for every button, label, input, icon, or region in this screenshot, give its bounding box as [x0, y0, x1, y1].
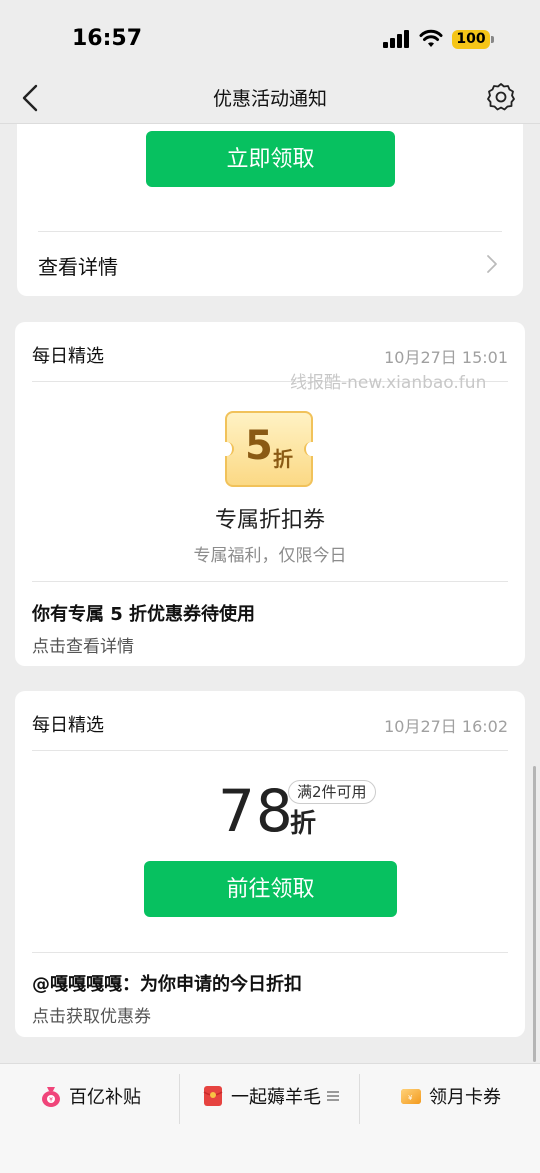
- watermark-text: 线报酷-new.xianbao.fun: [290, 373, 487, 393]
- battery-indicator: 100: [452, 30, 494, 49]
- menu-item-label: 领月卡券: [429, 1087, 501, 1108]
- coupon-value: 5: [245, 423, 273, 469]
- svg-text:¥: ¥: [408, 1094, 413, 1102]
- page-title: 优惠活动通知: [212, 88, 327, 110]
- status-bar: 16:57 100: [0, 0, 540, 78]
- divider: [32, 750, 508, 751]
- menu-item-label: 百亿补贴: [69, 1087, 141, 1108]
- card-timestamp: 10月27日 15:01: [384, 348, 508, 367]
- money-bag-icon: ¥: [42, 1087, 60, 1107]
- status-time: 16:57: [72, 26, 143, 51]
- discount-unit: 折: [290, 809, 317, 839]
- scrollbar[interactable]: [533, 766, 536, 1062]
- wifi-icon: [419, 29, 443, 47]
- message-card-discount-offer[interactable]: 每日精选 10月27日 16:02 78 折 满2件可用 前往领取 @嘎嘎嘎嘎：…: [15, 691, 525, 1037]
- card-header: 每日精选 10月27日 16:02: [32, 711, 508, 737]
- view-details-row[interactable]: 查看详情: [38, 241, 502, 287]
- message-subtitle: 点击查看详情: [32, 637, 134, 657]
- card-timestamp: 10月27日 16:02: [384, 717, 508, 736]
- bottom-menu: ¥ 百亿补贴 一起薅羊毛 ¥ 领月卡券: [0, 1063, 540, 1173]
- svg-text:¥: ¥: [49, 1097, 53, 1104]
- divider: [32, 581, 508, 582]
- divider: [32, 952, 508, 953]
- condition-badge: 满2件可用: [288, 780, 376, 804]
- menu-item-subsidy[interactable]: ¥ 百亿补贴: [0, 1064, 180, 1128]
- card-header: 每日精选 10月27日 15:01: [32, 342, 508, 368]
- view-details-label: 查看详情: [38, 255, 118, 279]
- coupon-title: 专属折扣券: [214, 508, 325, 533]
- go-claim-button[interactable]: 前往领取: [144, 861, 397, 917]
- card-tag: 每日精选: [32, 715, 104, 736]
- message-title: @嘎嘎嘎嘎：为你申请的今日折扣: [32, 974, 302, 995]
- menu-item-group-deals[interactable]: 一起薅羊毛: [180, 1064, 360, 1128]
- gear-icon[interactable]: [485, 81, 517, 113]
- divider: [38, 231, 502, 232]
- cellular-signal-icon: [383, 30, 411, 48]
- coupon-unit: 折: [273, 447, 293, 471]
- submenu-lines-icon: [327, 1090, 339, 1102]
- discount-value: 78: [218, 777, 294, 845]
- coupon-subtitle: 专属福利，仅限今日: [193, 546, 347, 566]
- card-tag: 每日精选: [32, 346, 104, 367]
- nav-bar: 优惠活动通知: [0, 78, 540, 124]
- claim-now-button[interactable]: 立即领取: [146, 131, 395, 187]
- coupon-ticket-icon: 5 折: [224, 411, 314, 487]
- menu-item-monthly-card[interactable]: ¥ 领月卡券: [360, 1064, 540, 1128]
- card-voucher-icon: ¥: [401, 1089, 421, 1104]
- message-subtitle: 点击获取优惠券: [32, 1007, 151, 1027]
- message-title: 你有专属 5 折优惠券待使用: [32, 604, 256, 625]
- red-packet-icon: [203, 1086, 223, 1106]
- message-card-previous: 立即领取 查看详情: [17, 124, 523, 296]
- chevron-right-icon: [487, 255, 497, 273]
- menu-item-label: 一起薅羊毛: [231, 1087, 321, 1108]
